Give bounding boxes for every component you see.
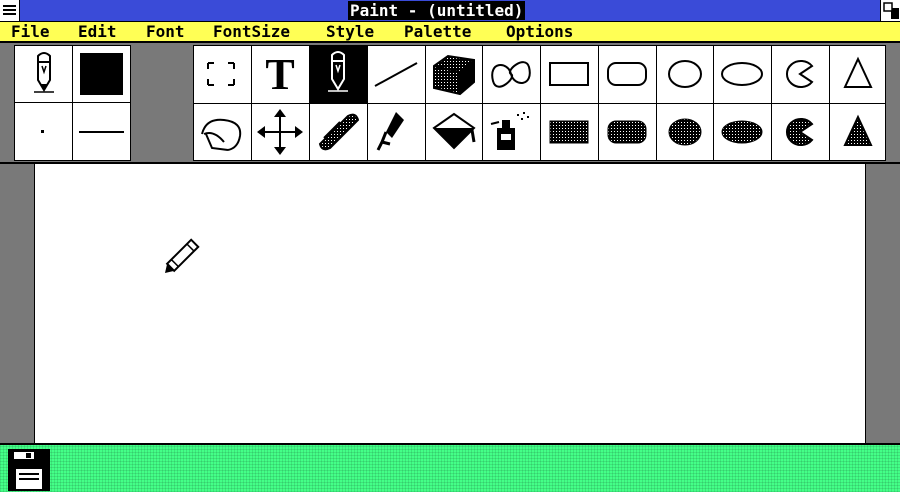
tool-filled-pie[interactable] bbox=[772, 104, 829, 160]
menu-options[interactable]: Options bbox=[506, 22, 573, 41]
current-color-swatch[interactable] bbox=[73, 46, 130, 102]
tool-circle[interactable] bbox=[657, 46, 713, 103]
tool-3d-box[interactable] bbox=[426, 46, 482, 103]
tool-paint-bucket[interactable] bbox=[426, 104, 482, 160]
system-menu-icon-line bbox=[3, 13, 16, 15]
line-width-selector[interactable] bbox=[73, 103, 130, 160]
brush-shape-selector[interactable] bbox=[15, 103, 72, 160]
system-menu-icon-line bbox=[3, 9, 16, 11]
tool-rounded-rectangle[interactable] bbox=[599, 46, 656, 103]
pie-icon bbox=[786, 60, 814, 88]
menu-style[interactable]: Style bbox=[326, 22, 374, 41]
filled-polygon-icon bbox=[843, 114, 873, 146]
floppy-disk-icon[interactable] bbox=[6, 447, 52, 493]
tool-pencil[interactable] bbox=[310, 46, 367, 103]
tool-pie[interactable] bbox=[772, 46, 829, 103]
filled-circle-icon bbox=[668, 118, 702, 146]
menu-fontsize[interactable]: FontSize bbox=[213, 22, 290, 41]
system-menu-icon bbox=[3, 5, 16, 7]
tool-filled-polygon[interactable] bbox=[830, 104, 885, 160]
paintbrush-icon bbox=[376, 112, 404, 151]
tool-filled-circle[interactable] bbox=[657, 104, 713, 160]
pencil-icon bbox=[34, 52, 54, 93]
line-width-icon bbox=[79, 131, 124, 133]
menu-palette[interactable]: Palette bbox=[404, 22, 471, 41]
drawing-canvas[interactable] bbox=[34, 164, 866, 443]
line-icon bbox=[374, 62, 418, 87]
3d-box-icon bbox=[433, 54, 475, 96]
tool-rectangle[interactable] bbox=[541, 46, 598, 103]
tool-paintbrush[interactable] bbox=[368, 104, 425, 160]
menu-bar: File Edit Font FontSize Style Palette Op… bbox=[0, 21, 900, 43]
ellipse-icon bbox=[721, 62, 763, 86]
toolbox: T bbox=[0, 43, 900, 164]
maximize-button[interactable] bbox=[880, 0, 900, 21]
paint-bucket-icon bbox=[432, 112, 476, 150]
circle-icon bbox=[668, 60, 702, 88]
system-menu-button[interactable] bbox=[0, 0, 20, 21]
tool-filled-rectangle[interactable] bbox=[541, 104, 598, 160]
tool-ellipse[interactable] bbox=[714, 46, 771, 103]
filled-rounded-rectangle-icon bbox=[607, 120, 647, 144]
title-bar: Paint - (untitled) bbox=[0, 0, 900, 21]
svg-text:T: T bbox=[265, 50, 294, 99]
tool-curve[interactable] bbox=[483, 46, 540, 103]
text-icon: T bbox=[265, 50, 294, 99]
rectangle-icon bbox=[549, 62, 589, 86]
tool-polygon[interactable] bbox=[830, 46, 885, 103]
eraser-icon bbox=[318, 113, 360, 151]
left-scroll-border bbox=[0, 164, 34, 444]
tool-text[interactable]: T bbox=[252, 46, 309, 103]
curve-icon bbox=[491, 61, 531, 88]
tool-eraser[interactable] bbox=[310, 104, 367, 160]
selection-rectangle-icon bbox=[207, 62, 235, 86]
pencil-icon bbox=[328, 51, 348, 92]
maximize-icon bbox=[883, 2, 899, 19]
polygon-icon bbox=[843, 56, 873, 88]
filled-ellipse-icon bbox=[721, 120, 763, 144]
window-title: Paint - (untitled) bbox=[348, 1, 526, 20]
rounded-rectangle-icon bbox=[607, 62, 647, 86]
tool-move[interactable] bbox=[252, 104, 309, 160]
status-bar bbox=[0, 443, 900, 492]
tool-filled-rounded-rectangle[interactable] bbox=[599, 104, 656, 160]
current-tool-indicator bbox=[15, 46, 72, 102]
spray-can-icon bbox=[490, 112, 529, 150]
dot-brush-icon bbox=[41, 130, 44, 133]
color-swatch-icon bbox=[80, 53, 123, 95]
filled-rectangle-icon bbox=[549, 120, 589, 144]
right-scroll-border bbox=[866, 164, 900, 444]
menu-font[interactable]: Font bbox=[146, 22, 185, 41]
menu-file[interactable]: File bbox=[11, 22, 50, 41]
tool-line[interactable] bbox=[368, 46, 425, 103]
tool-filled-ellipse[interactable] bbox=[714, 104, 771, 160]
menu-edit[interactable]: Edit bbox=[78, 22, 117, 41]
tool-lasso[interactable] bbox=[194, 104, 251, 160]
lasso-icon bbox=[201, 118, 242, 151]
move-icon bbox=[257, 109, 303, 155]
filled-pie-icon bbox=[786, 118, 814, 146]
pencil-cursor-icon bbox=[165, 238, 200, 273]
tool-selection-rectangle[interactable] bbox=[194, 46, 251, 103]
tool-spray-can[interactable] bbox=[483, 104, 540, 160]
